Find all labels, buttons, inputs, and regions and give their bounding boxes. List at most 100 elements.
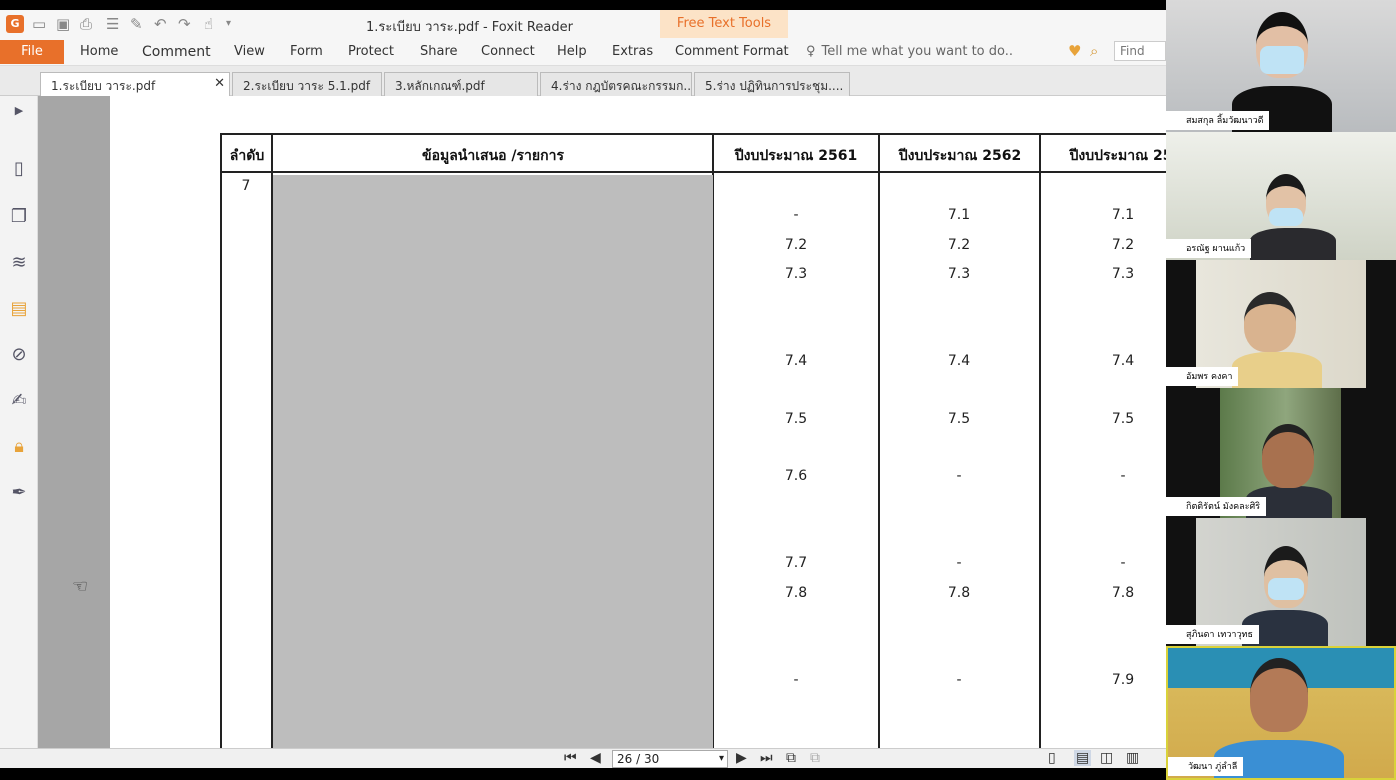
tab-share[interactable]: Share: [420, 44, 458, 59]
prev-page-icon[interactable]: ◀: [590, 750, 601, 766]
context-tab-title[interactable]: Free Text Tools: [660, 10, 788, 38]
new-icon[interactable]: ✎: [130, 15, 143, 33]
participant-tile[interactable]: กิตติรัตน์ มังคละศิริ: [1166, 388, 1396, 518]
table-border: [220, 133, 1166, 135]
doc-tab-5[interactable]: 5.ร่าง ปฏิทินการประชุม....: [694, 72, 850, 96]
table-cell: 7.4: [1111, 353, 1135, 369]
comments-icon[interactable]: ▤: [8, 298, 30, 320]
participant-tile-active-speaker[interactable]: วัฒนา ภู่ลำลี: [1166, 646, 1396, 780]
last-page-icon[interactable]: ⏭: [760, 750, 773, 766]
layers-icon[interactable]: ≋: [8, 252, 30, 274]
participant-name: วัฒนา ภู่ลำลี: [1168, 757, 1244, 776]
tab-comment-format[interactable]: Comment Format: [675, 44, 789, 59]
table-cell: 7.7: [784, 555, 808, 571]
table-cell: 7.3: [1111, 266, 1135, 282]
lock-icon[interactable]: 🔒︎: [8, 436, 30, 458]
page-number-input[interactable]: 26 / 30 ▾: [612, 750, 728, 768]
undo-icon[interactable]: ↶: [154, 15, 167, 33]
header-order: ลำดับ: [229, 148, 265, 164]
continuous-page-icon[interactable]: ▤: [1074, 750, 1092, 766]
redacted-content: [273, 175, 713, 748]
lightbulb-icon: ♀: [806, 44, 816, 59]
participant-video: [1244, 292, 1296, 352]
continuous-facing-icon[interactable]: ▥: [1126, 750, 1139, 766]
participant-name: อัมพร คงคา: [1166, 367, 1239, 386]
table-cell: 7.6: [784, 468, 808, 484]
pages-icon[interactable]: ❐: [8, 206, 30, 228]
document-tabs: 1.ระเบียบ วาระ.pdf ✕ 2.ระเบียบ วาระ 5.1.…: [0, 66, 1166, 96]
doc-tab-4[interactable]: 4.ร่าง กฎบัตรคณะกรรมก...: [540, 72, 692, 96]
tab-comment[interactable]: Comment: [142, 44, 211, 60]
table-cell: 7.2: [1111, 237, 1135, 253]
tell-me-label: Tell me what you want to do..: [821, 44, 1013, 59]
table-border: [220, 171, 1166, 173]
properties-icon[interactable]: ☰: [106, 15, 119, 33]
open-icon[interactable]: ▭: [32, 15, 46, 33]
tab-home[interactable]: Home: [80, 44, 118, 59]
print-icon[interactable]: ⎙: [80, 15, 92, 33]
participant-tile[interactable]: สุภินดา เทวาวุทธ: [1166, 518, 1396, 646]
face-mask: [1269, 208, 1303, 226]
doc-tab-2[interactable]: 2.ระเบียบ วาระ 5.1.pdf: [232, 72, 382, 96]
table-border: [1039, 133, 1041, 748]
doc-tab-label: 1.ระเบียบ วาระ.pdf: [51, 79, 156, 93]
close-icon[interactable]: ✕: [214, 76, 225, 91]
hand-tool-icon[interactable]: ☝: [204, 15, 213, 33]
first-page-icon[interactable]: ⏮: [564, 750, 577, 766]
participant-video: [1250, 228, 1336, 260]
participant-tile[interactable]: สมสกุล ลิ้มวัฒนาวดี: [1166, 0, 1396, 132]
tab-extras[interactable]: Extras: [612, 44, 653, 59]
tab-protect[interactable]: Protect: [348, 44, 394, 59]
header-fy2562: ปีงบประมาณ 2562: [898, 148, 1022, 164]
single-page-icon[interactable]: ▯: [1048, 750, 1056, 766]
search-folder-icon[interactable]: ⌕: [1090, 42, 1098, 60]
doc-tab-3[interactable]: 3.หลักเกณฑ์.pdf: [384, 72, 538, 96]
next-page-icon[interactable]: ▶: [736, 750, 747, 766]
previous-view-icon[interactable]: ⧉: [786, 750, 796, 766]
participant-tile[interactable]: อรณัฐ ผานแก้ว: [1166, 132, 1396, 260]
table-cell: 7.9: [1111, 672, 1135, 688]
tab-help[interactable]: Help: [557, 44, 587, 59]
save-icon[interactable]: ▣: [56, 15, 70, 33]
digital-id-icon[interactable]: ✒: [8, 482, 30, 504]
feedback-icon[interactable]: ♥: [1068, 42, 1081, 60]
tab-view[interactable]: View: [234, 44, 265, 59]
expand-arrow-icon[interactable]: ▶: [8, 100, 30, 122]
face-mask: [1260, 46, 1304, 74]
status-bar: ⏮ ◀ 26 / 30 ▾ ▶ ⏭ ⧉ ⧉ ▯ ▤ ◫ ▥: [0, 748, 1166, 768]
attachments-icon[interactable]: ⊘: [8, 344, 30, 366]
table-cell: 7.4: [784, 353, 808, 369]
table-cell: 7.1: [1111, 207, 1135, 223]
table-cell: 7.3: [784, 266, 808, 282]
table-cell: 7.5: [947, 411, 971, 427]
signature-icon[interactable]: ✍: [8, 390, 30, 412]
tab-form[interactable]: Form: [290, 44, 323, 59]
find-input[interactable]: Find: [1114, 41, 1166, 61]
foxit-app-icon[interactable]: G: [6, 15, 24, 33]
table-cell: -: [793, 207, 799, 223]
customize-qa-icon[interactable]: ▾: [226, 15, 231, 33]
table-cell: -: [956, 555, 962, 571]
budget-table: ลำดับ ข้อมูลนำเสนอ /รายการ ปีงบประมาณ 25…: [220, 133, 1166, 748]
table-cell: 7.5: [1111, 411, 1135, 427]
document-page: ลำดับ ข้อมูลนำเสนอ /รายการ ปีงบประมาณ 25…: [110, 96, 1166, 748]
doc-tab-1[interactable]: 1.ระเบียบ วาระ.pdf ✕: [40, 72, 230, 96]
window-title: 1.ระเบียบ วาระ.pdf - Foxit Reader: [366, 20, 573, 35]
redo-icon[interactable]: ↷: [178, 15, 191, 33]
facing-page-icon[interactable]: ◫: [1100, 750, 1113, 766]
table-cell: 7.5: [784, 411, 808, 427]
tell-me-search[interactable]: ♀ Tell me what you want to do..: [806, 44, 1013, 59]
face-mask: [1268, 578, 1304, 600]
next-view-icon[interactable]: ⧉: [810, 750, 820, 766]
participant-tile[interactable]: อัมพร คงคา: [1166, 260, 1396, 388]
table-cell: -: [1120, 555, 1126, 571]
bookmark-icon[interactable]: ▯: [8, 158, 30, 180]
table-cell: 7.8: [947, 585, 971, 601]
table-cell: -: [1120, 468, 1126, 484]
participant-video: [1232, 352, 1322, 388]
hand-cursor-icon: ☜: [72, 576, 89, 597]
table-cell: 7.1: [947, 207, 971, 223]
chevron-down-icon[interactable]: ▾: [719, 751, 724, 767]
tab-connect[interactable]: Connect: [481, 44, 535, 59]
file-tab[interactable]: File: [0, 40, 64, 64]
